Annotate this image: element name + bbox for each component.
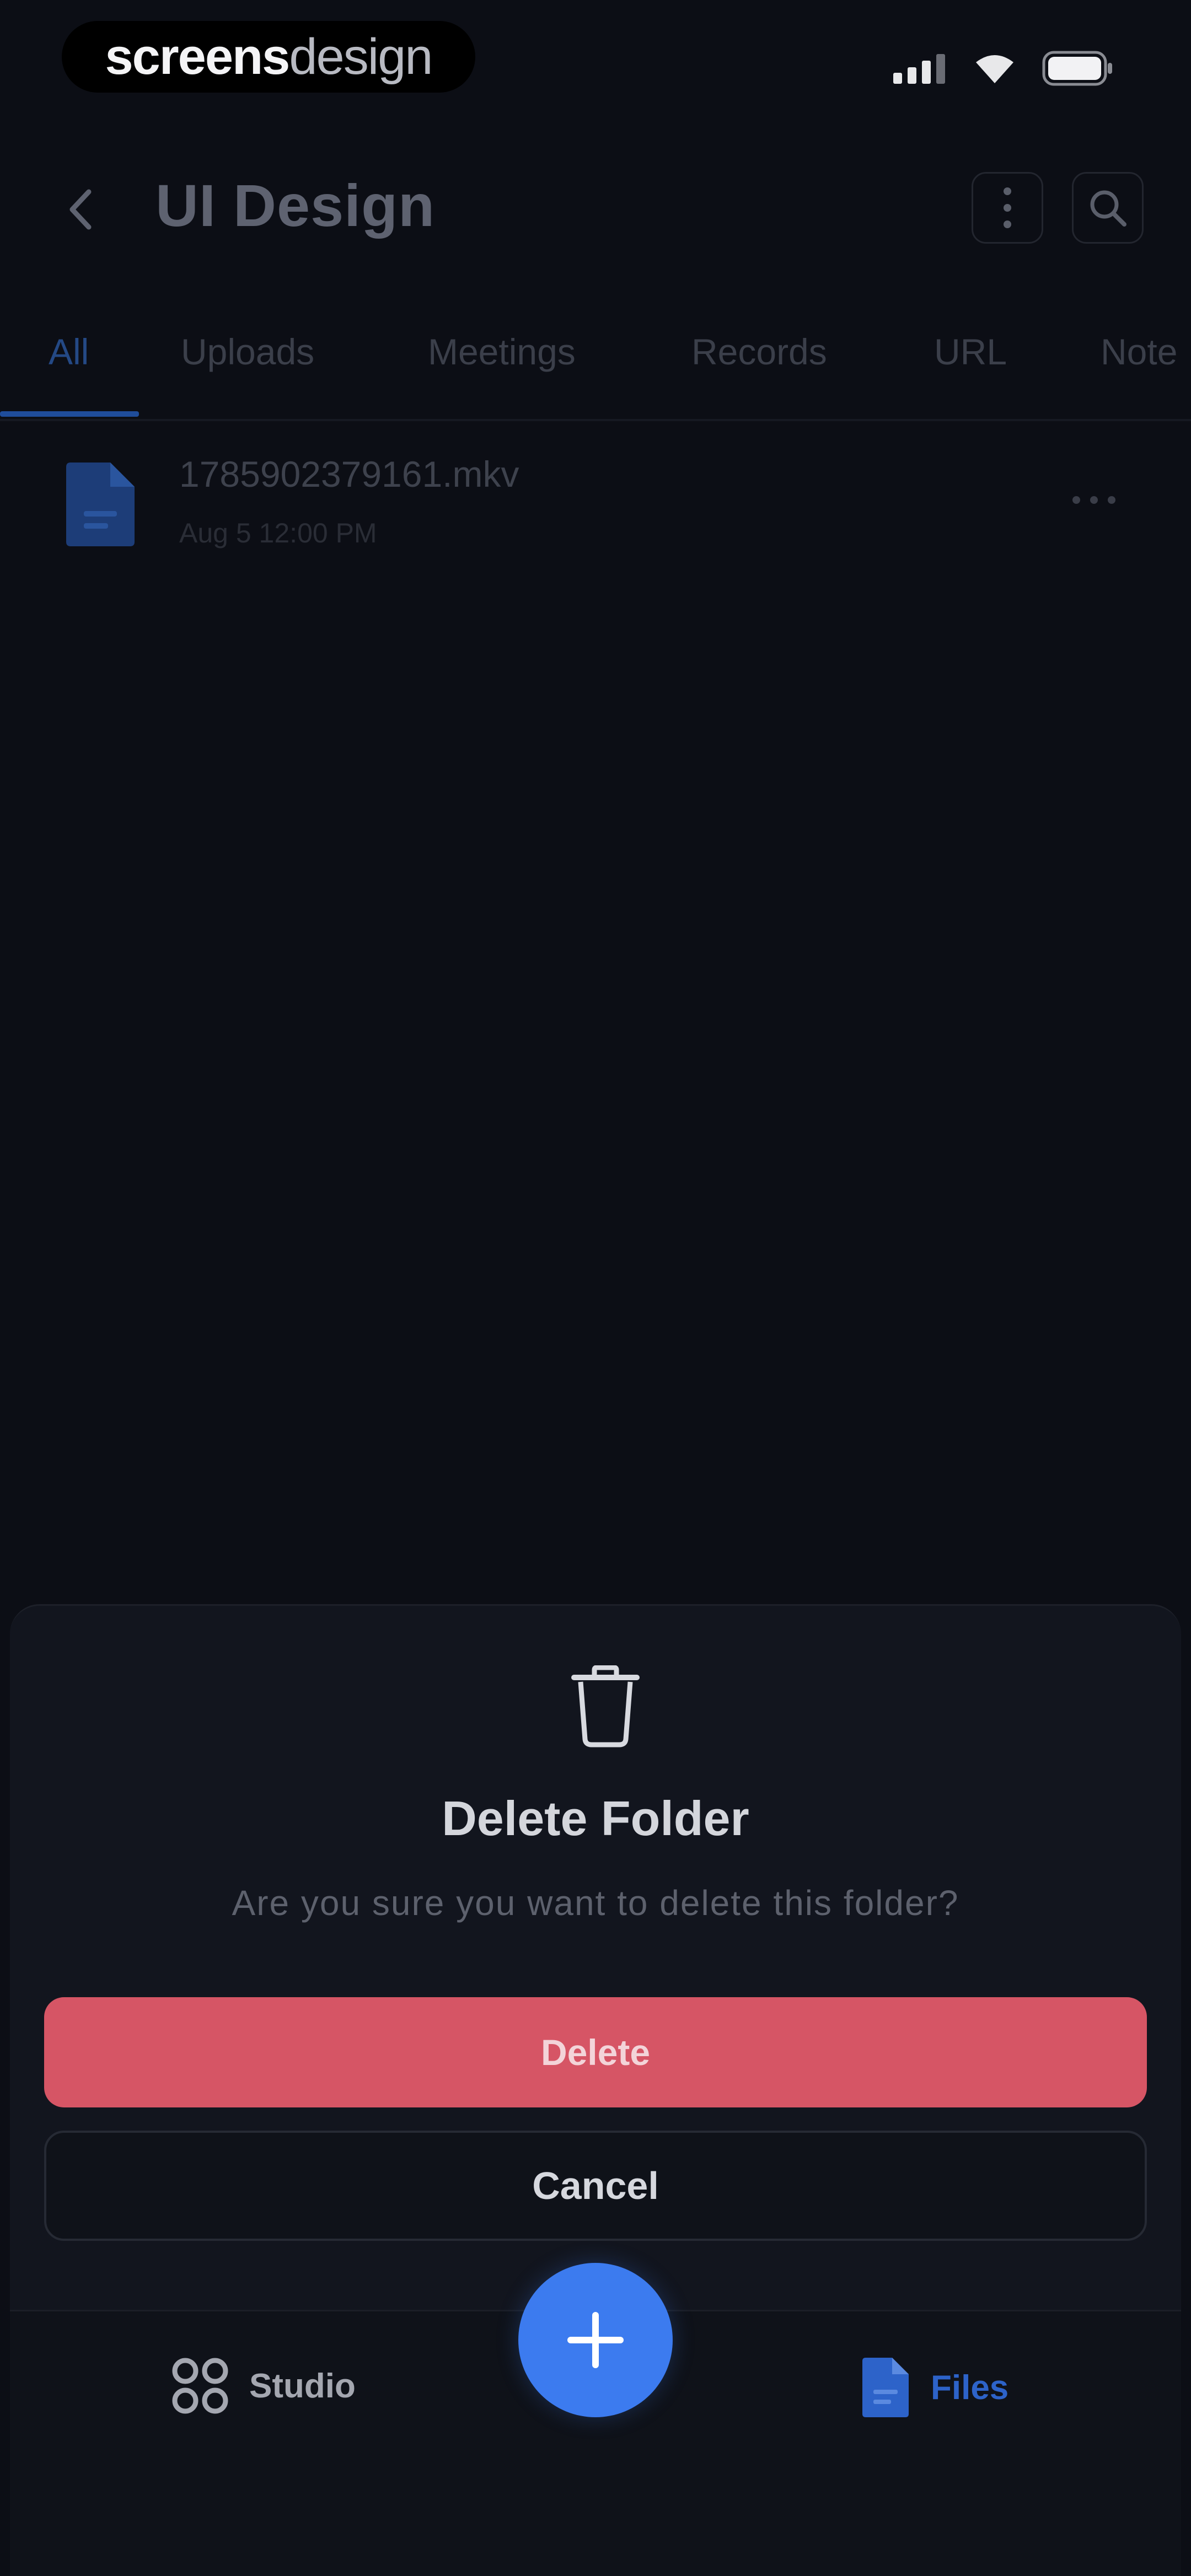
brand-text-screens: screens [105,28,291,85]
back-button[interactable] [51,179,111,240]
tab-uploads[interactable]: Uploads [181,331,314,373]
files-icon [862,2358,909,2417]
chevron-left-icon [69,189,92,230]
dialog-message: Are you sure you want to delete this fol… [232,1883,959,1923]
nav-label-files: Files [931,2368,1009,2407]
more-options-button[interactable] [972,172,1043,244]
brand-watermark: screens design [62,21,475,93]
delete-folder-sheet: Delete Folder Are you sure you want to d… [10,1604,1181,2311]
active-tab-indicator [0,411,139,417]
list-item[interactable]: 1785902379161.mkv Aug 5 12:00 PM [0,441,1191,562]
plus-icon [567,2312,624,2368]
nav-item-studio[interactable]: Studio [170,2355,356,2416]
tab-meetings[interactable]: Meetings [428,331,576,373]
trash-icon [571,1665,640,1747]
nav-label-studio: Studio [249,2367,356,2405]
wifi-icon [976,55,1013,83]
tab-records[interactable]: Records [691,331,827,373]
brand-text-design: design [289,28,433,85]
tab-all[interactable]: All [49,331,89,373]
more-vertical-icon [1004,187,1011,228]
page-title: UI Design [155,172,436,239]
app-header: UI Design [0,149,1191,270]
grid-icon [172,2358,228,2414]
tab-url[interactable]: URL [934,331,1007,373]
nav-item-files[interactable]: Files [859,2355,1008,2419]
more-horizontal-icon [1108,496,1115,504]
cancel-button[interactable]: Cancel [44,2131,1147,2241]
search-icon [1090,190,1126,227]
tab-note[interactable]: Note [1101,331,1177,373]
file-name: 1785902379161.mkv [179,454,519,494]
document-icon [66,463,135,546]
more-horizontal-icon [1090,496,1098,504]
delete-button[interactable]: Delete [44,1997,1147,2107]
search-button[interactable] [1072,172,1144,244]
system-icons [892,51,1114,86]
battery-icon [1042,51,1112,86]
file-date: Aug 5 12:00 PM [179,518,377,548]
add-button[interactable] [518,2263,673,2417]
status-bar: screens design [0,0,1191,116]
file-more-button[interactable] [1072,496,1115,504]
category-tabs: All Uploads Meetings Records URL Note [0,309,1191,421]
cellular-signal-icon [893,54,945,84]
more-horizontal-icon [1072,496,1080,504]
dialog-title: Delete Folder [442,1791,749,1846]
